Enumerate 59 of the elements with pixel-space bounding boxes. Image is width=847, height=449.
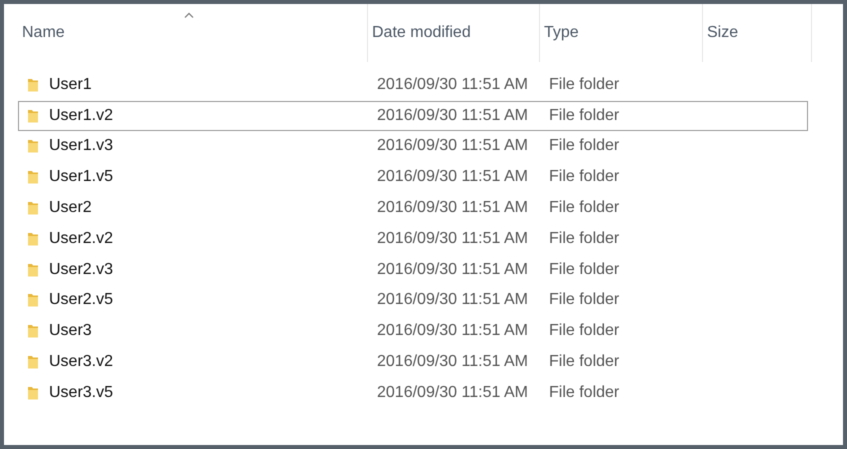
file-name[interactable]: User2 — [49, 199, 92, 218]
file-row[interactable]: User2 2016/09/30 11:51 AM File folder — [18, 193, 808, 223]
file-name[interactable]: User3.v2 — [49, 353, 114, 372]
date-modified: 2016/09/30 11:51 AM — [377, 384, 528, 402]
column-header[interactable]: Name — [18, 4, 368, 62]
file-name[interactable]: User1.v2 — [49, 106, 114, 125]
file-name[interactable]: User1.v3 — [49, 137, 114, 156]
folder-icon — [27, 384, 39, 401]
folder-icon — [27, 169, 39, 186]
file-name[interactable]: User2.v5 — [49, 291, 114, 310]
file-row[interactable]: User2.v2 2016/09/30 11:51 AM File folder — [18, 224, 808, 254]
file-type: File folder — [549, 260, 620, 279]
file-name[interactable]: User1.v5 — [49, 168, 114, 186]
file-row[interactable]: User1 2016/09/30 11:51 AM File folder — [18, 70, 808, 100]
file-name[interactable]: User3.v5 — [49, 384, 114, 402]
file-name[interactable]: User2.v2 — [49, 230, 114, 248]
file-name[interactable]: User1 — [49, 76, 92, 94]
folder-icon — [27, 138, 39, 154]
folder-icon — [27, 200, 39, 216]
folder-icon — [27, 354, 39, 370]
date-modified: 2016/09/30 11:51 AM — [377, 230, 528, 248]
file-row[interactable]: User3 2016/09/30 11:51 AM File folder — [18, 316, 808, 346]
file-row[interactable]: User3.v5 2016/09/30 11:51 AM File folder — [18, 378, 808, 408]
folder-icon — [27, 76, 39, 93]
file-name[interactable]: User2.v3 — [49, 260, 114, 279]
file-type: File folder — [549, 199, 620, 218]
date-modified: 2016/09/30 11:51 AM — [377, 199, 528, 218]
column-header[interactable]: Date modified — [368, 4, 540, 62]
date-modified: 2016/09/30 11:51 AM — [377, 260, 528, 279]
file-type: File folder — [549, 291, 620, 310]
file-type: File folder — [549, 322, 620, 340]
date-modified: 2016/09/30 11:51 AM — [377, 106, 528, 125]
file-type: File folder — [549, 353, 620, 372]
date-modified: 2016/09/30 11:51 AM — [377, 76, 528, 94]
file-row[interactable]: User2.v5 2016/09/30 11:51 AM File folder — [18, 286, 808, 316]
date-modified: 2016/09/30 11:51 AM — [377, 291, 528, 310]
file-name[interactable]: User3 — [49, 322, 92, 340]
date-modified: 2016/09/30 11:51 AM — [377, 168, 528, 186]
file-type: File folder — [549, 76, 620, 94]
file-type: File folder — [549, 137, 620, 156]
folder-icon — [27, 230, 39, 247]
file-type: File folder — [549, 384, 620, 402]
file-row[interactable]: User1.v5 2016/09/30 11:51 AM File folder — [18, 162, 808, 192]
file-row[interactable]: User1.v3 2016/09/30 11:51 AM File folder — [18, 132, 808, 162]
date-modified: 2016/09/30 11:51 AM — [377, 353, 528, 372]
file-row[interactable]: User1.v2 2016/09/30 11:51 AM File folder — [18, 100, 808, 131]
file-row[interactable]: User3.v2 2016/09/30 11:51 AM File folder — [18, 347, 808, 377]
folder-icon — [27, 108, 39, 124]
folder-icon — [27, 323, 39, 340]
date-modified: 2016/09/30 11:51 AM — [377, 322, 528, 340]
file-type: File folder — [549, 168, 620, 186]
file-type: File folder — [549, 230, 620, 248]
column-header[interactable]: Type — [540, 4, 703, 62]
folder-icon — [27, 292, 39, 308]
column-header[interactable]: Size — [703, 4, 812, 62]
folder-icon — [27, 262, 39, 278]
file-type: File folder — [549, 106, 620, 125]
file-row[interactable]: User2.v3 2016/09/30 11:51 AM File folder — [18, 254, 808, 285]
date-modified: 2016/09/30 11:51 AM — [377, 137, 528, 156]
